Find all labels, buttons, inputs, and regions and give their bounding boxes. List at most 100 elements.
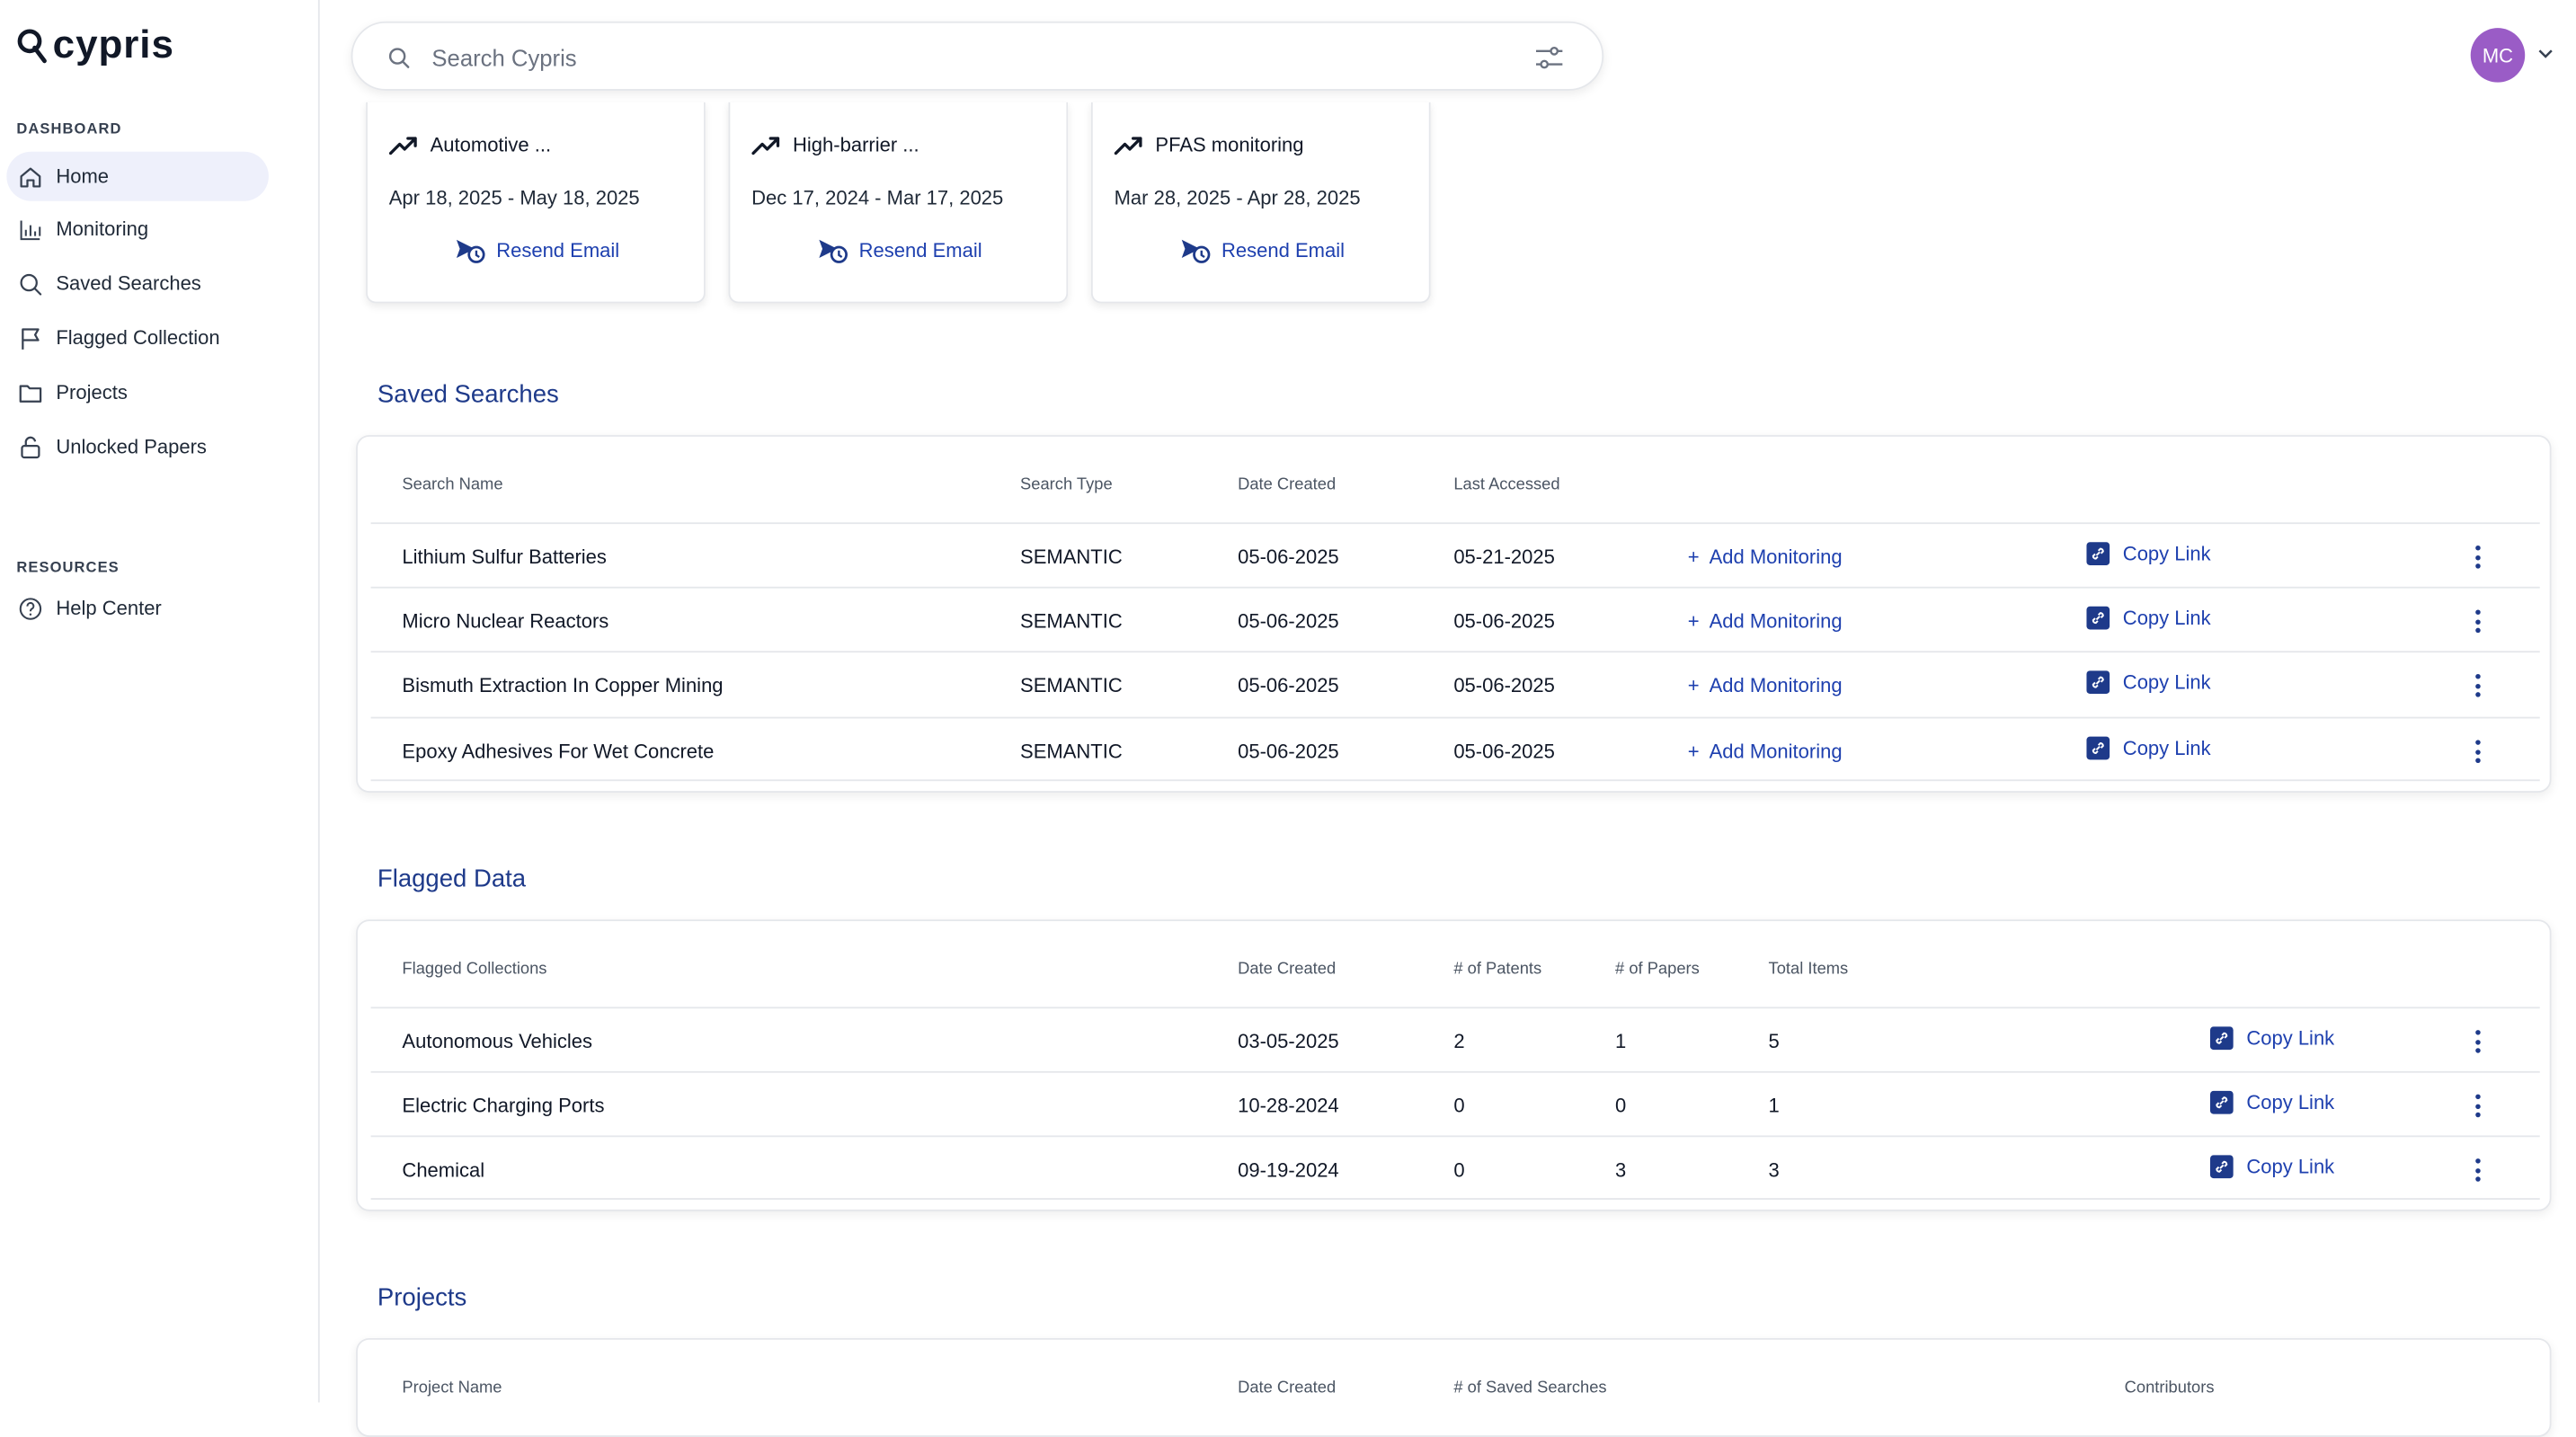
more-options-icon[interactable] — [2473, 608, 2483, 634]
table-row[interactable]: Chemical 09-19-2024 0 3 3 Copy Link — [370, 1135, 2540, 1200]
sidebar-item-projects[interactable]: Projects — [6, 368, 269, 417]
monitoring-card[interactable]: Automotive ... Apr 18, 2025 - May 18, 20… — [366, 102, 706, 304]
table-row[interactable]: Micro Nuclear Reactors SEMANTIC 05-06-20… — [370, 586, 2540, 652]
sidebar-item-home[interactable]: Home — [6, 151, 269, 201]
copy-link-button[interactable]: Copy Link — [2086, 542, 2211, 565]
table-header: Flagged Collections Date Created # of Pa… — [358, 921, 2550, 1007]
link-icon — [2086, 736, 2110, 760]
sidebar-item-label: Flagged Collection — [56, 326, 220, 350]
plus-icon: + — [1687, 609, 1700, 634]
resend-email-button[interactable]: Resend Email — [730, 237, 1070, 263]
search-icon — [18, 271, 43, 297]
more-options-icon[interactable] — [2473, 1157, 2483, 1183]
resend-email-icon — [457, 239, 485, 263]
folder-icon — [18, 380, 43, 405]
collection-name[interactable]: Chemical — [402, 1158, 484, 1182]
user-avatar[interactable]: MC — [2470, 28, 2526, 83]
search-type: SEMANTIC — [1020, 545, 1123, 569]
search-input[interactable] — [431, 40, 1487, 76]
global-search[interactable] — [351, 21, 1604, 91]
last-accessed: 05-06-2025 — [1453, 609, 1555, 634]
column-header: Date Created — [1238, 475, 1337, 495]
monitoring-title: Automotive ... — [430, 133, 552, 157]
copy-link-button[interactable]: Copy Link — [2209, 1026, 2335, 1051]
sidebar-item-saved-searches[interactable]: Saved Searches — [6, 259, 269, 308]
copy-link-button[interactable]: Copy Link — [2209, 1155, 2334, 1179]
table-row[interactable]: Bismuth Extraction In Copper Mining SEMA… — [370, 651, 2540, 715]
more-options-icon[interactable] — [2473, 738, 2483, 764]
copy-link-button[interactable]: Copy Link — [2086, 736, 2211, 760]
search-name[interactable]: Lithium Sulfur Batteries — [402, 546, 606, 569]
more-options-icon[interactable] — [2473, 1028, 2483, 1054]
search-name[interactable]: Epoxy Adhesives For Wet Concrete — [402, 740, 714, 763]
plus-icon: + — [1687, 740, 1700, 764]
copy-link-label: Copy Link — [2122, 606, 2211, 630]
copy-link-button[interactable]: Copy Link — [2086, 670, 2211, 694]
copy-link-label: Copy Link — [2246, 1026, 2335, 1051]
patents-count: 2 — [1453, 1030, 1465, 1053]
chevron-down-icon[interactable] — [2536, 45, 2554, 63]
add-monitoring-label: Add Monitoring — [1709, 740, 1843, 764]
more-options-icon[interactable] — [2473, 1093, 2483, 1119]
add-monitoring-button[interactable]: + Add Monitoring — [1688, 609, 1843, 633]
date-created: 05-06-2025 — [1238, 609, 1339, 634]
copy-link-button[interactable]: Copy Link — [2209, 1090, 2334, 1114]
sidebar-item-monitoring[interactable]: Monitoring — [6, 204, 269, 253]
link-icon — [2086, 542, 2110, 565]
sidebar-item-label: Help Center — [56, 596, 162, 620]
search-type: SEMANTIC — [1020, 673, 1123, 697]
search-name[interactable]: Bismuth Extraction In Copper Mining — [402, 674, 723, 697]
copy-link-label: Copy Link — [2122, 670, 2211, 694]
column-header: # of Saved Searches — [1453, 1379, 1607, 1397]
column-header: Total Items — [1768, 961, 1849, 980]
table-row[interactable]: Lithium Sulfur Batteries SEMANTIC 05-06-… — [370, 522, 2540, 587]
sidebar-item-label: Unlocked Papers — [56, 435, 207, 458]
copy-link-button[interactable]: Copy Link — [2086, 606, 2211, 630]
resend-email-button[interactable]: Resend Email — [368, 237, 707, 263]
unlock-icon — [18, 434, 43, 459]
link-icon — [2209, 1155, 2234, 1179]
table-row[interactable]: Electric Charging Ports 10-28-2024 0 0 1… — [370, 1070, 2540, 1136]
column-header: Contributors — [2124, 1379, 2215, 1397]
add-monitoring-label: Add Monitoring — [1709, 609, 1843, 634]
column-header: Search Type — [1020, 475, 1113, 495]
last-accessed: 05-06-2025 — [1453, 740, 1555, 764]
collection-name[interactable]: Autonomous Vehicles — [402, 1030, 592, 1053]
resend-email-button[interactable]: Resend Email — [1093, 237, 1433, 263]
chart-icon — [18, 217, 43, 242]
table-row[interactable]: Autonomous Vehicles 03-05-2025 2 1 5 Cop… — [370, 1007, 2540, 1071]
projects-title: Projects — [377, 1283, 467, 1312]
add-monitoring-button[interactable]: + Add Monitoring — [1688, 546, 1843, 569]
total-items: 5 — [1768, 1030, 1780, 1053]
sidebar: cypris DASHBOARD Home Monitoring Saved S… — [0, 0, 320, 1403]
table-header: Project Name Date Created # of Saved Sea… — [358, 1340, 2550, 1425]
more-options-icon[interactable] — [2473, 672, 2483, 698]
sidebar-item-label: Saved Searches — [56, 271, 201, 296]
monitoring-card[interactable]: High-barrier ... Dec 17, 2024 - Mar 17, … — [728, 102, 1070, 304]
papers-count: 3 — [1615, 1158, 1627, 1182]
monitoring-dates: Dec 17, 2024 - Mar 17, 2025 — [751, 186, 1004, 209]
flag-icon — [18, 325, 43, 350]
total-items: 1 — [1768, 1094, 1780, 1118]
link-icon — [2086, 670, 2110, 694]
sidebar-item-flagged-collection[interactable]: Flagged Collection — [6, 313, 269, 362]
resend-email-label: Resend Email — [1221, 238, 1346, 262]
add-monitoring-button[interactable]: + Add Monitoring — [1688, 674, 1843, 697]
add-monitoring-button[interactable]: + Add Monitoring — [1688, 740, 1843, 763]
more-options-icon[interactable] — [2473, 544, 2483, 570]
search-name[interactable]: Micro Nuclear Reactors — [402, 609, 608, 633]
patents-count: 0 — [1453, 1158, 1465, 1182]
sidebar-item-unlocked-papers[interactable]: Unlocked Papers — [6, 421, 269, 471]
papers-count: 1 — [1615, 1030, 1627, 1053]
cypris-logo[interactable]: cypris — [16, 23, 174, 69]
search-type: SEMANTIC — [1020, 609, 1123, 634]
filter-sliders-icon[interactable] — [1534, 45, 1564, 71]
add-monitoring-label: Add Monitoring — [1709, 673, 1843, 697]
search-icon — [388, 48, 410, 68]
sidebar-item-help-center[interactable]: Help Center — [6, 583, 269, 633]
collection-name[interactable]: Electric Charging Ports — [402, 1095, 604, 1118]
monitoring-card[interactable]: PFAS monitoring Mar 28, 2025 - Apr 28, 2… — [1090, 102, 1433, 304]
column-header: Project Name — [402, 1379, 502, 1397]
projects-table: Project Name Date Created # of Saved Sea… — [356, 1337, 2552, 1437]
table-row[interactable]: Epoxy Adhesives For Wet Concrete SEMANTI… — [370, 716, 2540, 782]
